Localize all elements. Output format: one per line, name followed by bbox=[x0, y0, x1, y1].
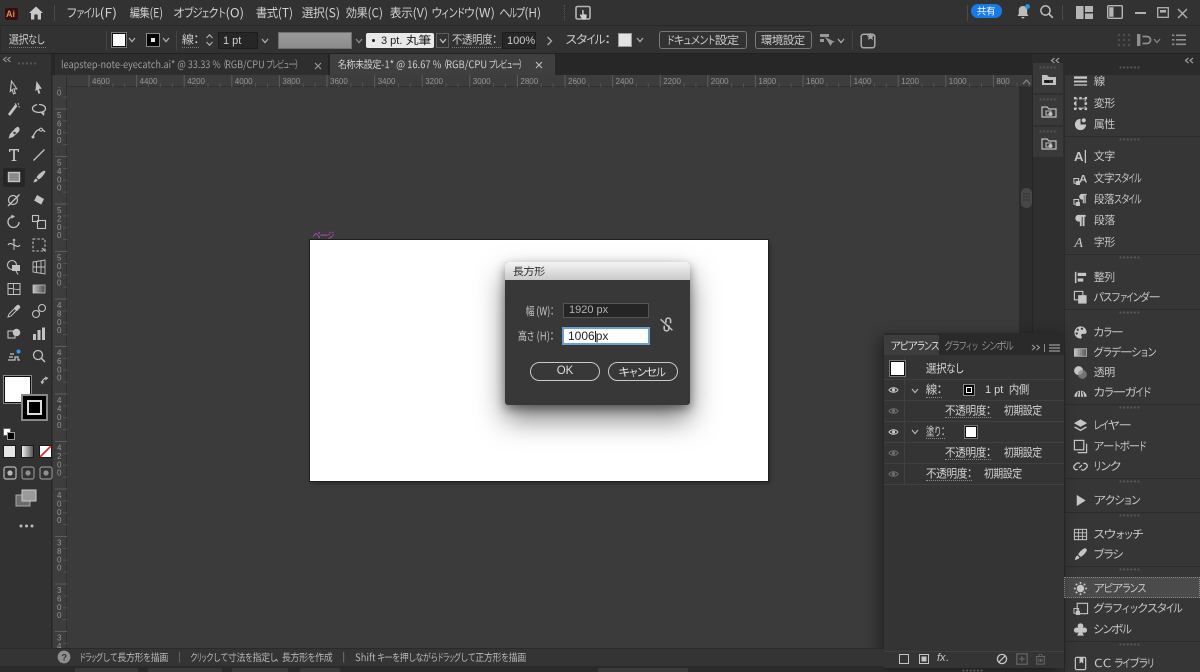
svg-text:800: 800 bbox=[996, 77, 1010, 86]
svg-text:0: 0 bbox=[57, 564, 62, 573]
svg-text:0: 0 bbox=[57, 374, 62, 383]
svg-text:?: ? bbox=[61, 652, 67, 663]
svg-text:0: 0 bbox=[57, 421, 62, 430]
svg-text:A: A bbox=[1079, 173, 1087, 185]
svg-text:0: 0 bbox=[57, 136, 62, 145]
svg-text:0: 0 bbox=[57, 516, 62, 525]
svg-text:A: A bbox=[1073, 235, 1083, 251]
svg-text:0: 0 bbox=[57, 279, 62, 288]
svg-text:0: 0 bbox=[57, 231, 62, 240]
svg-text:0: 0 bbox=[57, 326, 62, 335]
svg-text:A: A bbox=[1074, 149, 1084, 164]
svg-text:0: 0 bbox=[57, 89, 62, 98]
svg-text:0: 0 bbox=[57, 611, 62, 620]
svg-text:0: 0 bbox=[57, 184, 62, 193]
svg-text:0: 0 bbox=[57, 469, 62, 478]
